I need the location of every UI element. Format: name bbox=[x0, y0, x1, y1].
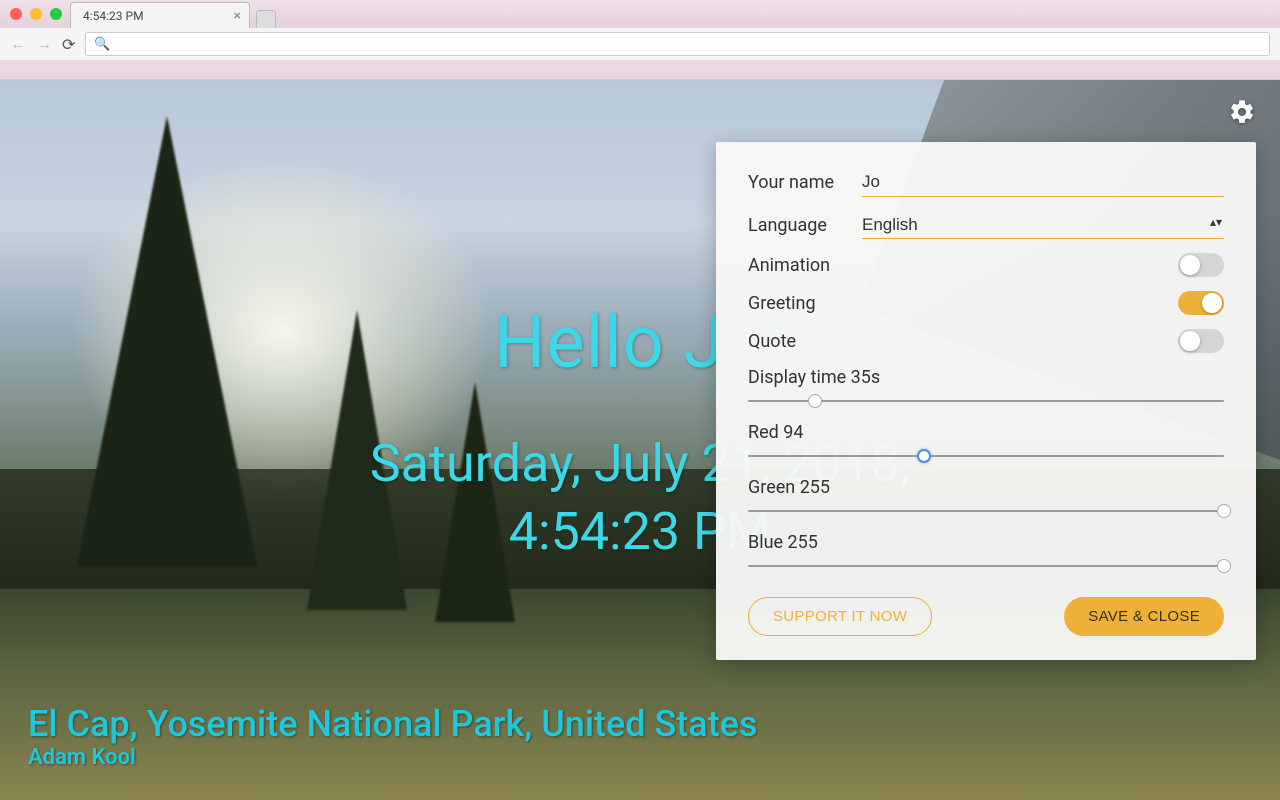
display-time-block: Display time 35s bbox=[748, 367, 1224, 408]
browser-tab[interactable]: 4:54:23 PM × bbox=[70, 2, 250, 28]
toggle-knob bbox=[1180, 331, 1200, 351]
page-content: Hello Jo! Saturday, July 21, 2018, 4:54:… bbox=[0, 80, 1280, 800]
toggle-knob bbox=[1180, 255, 1200, 275]
red-slider[interactable] bbox=[748, 449, 1224, 463]
slider-thumb[interactable] bbox=[1217, 504, 1231, 518]
name-input[interactable] bbox=[862, 168, 1224, 197]
red-label: Red 94 bbox=[748, 422, 1224, 443]
greeting-toggle[interactable] bbox=[1178, 291, 1224, 315]
name-row: Your name bbox=[748, 168, 1224, 197]
toggle-knob bbox=[1202, 293, 1222, 313]
slider-track bbox=[748, 455, 1224, 457]
slider-track bbox=[748, 510, 1224, 512]
search-icon: 🔍 bbox=[94, 37, 110, 52]
support-button[interactable]: SUPPORT IT NOW bbox=[748, 597, 932, 636]
display-time-label: Display time 35s bbox=[748, 367, 1224, 388]
blue-label: Blue 255 bbox=[748, 532, 1224, 553]
photo-location: El Cap, Yosemite National Park, United S… bbox=[28, 703, 758, 745]
animation-label: Animation bbox=[748, 255, 830, 276]
back-button[interactable]: ← bbox=[10, 34, 26, 54]
greeting-row: Greeting bbox=[748, 291, 1224, 315]
name-label: Your name bbox=[748, 172, 862, 193]
quote-toggle[interactable] bbox=[1178, 329, 1224, 353]
settings-gear-button[interactable] bbox=[1228, 98, 1256, 126]
save-close-button[interactable]: SAVE & CLOSE bbox=[1064, 597, 1224, 636]
new-tab-button[interactable] bbox=[256, 10, 276, 28]
gear-icon bbox=[1228, 98, 1256, 126]
slider-track bbox=[748, 565, 1224, 567]
language-row: Language English ▴▾ bbox=[748, 211, 1224, 239]
forward-button[interactable]: → bbox=[36, 34, 52, 54]
button-row: SUPPORT IT NOW SAVE & CLOSE bbox=[748, 597, 1224, 636]
tab-bar: 4:54:23 PM × bbox=[0, 0, 1280, 28]
photo-caption: El Cap, Yosemite National Park, United S… bbox=[28, 703, 758, 770]
quote-row: Quote bbox=[748, 329, 1224, 353]
language-select-wrap: English ▴▾ bbox=[862, 211, 1224, 239]
address-bar[interactable]: 🔍 bbox=[85, 32, 1270, 56]
blue-slider[interactable] bbox=[748, 559, 1224, 573]
slider-thumb[interactable] bbox=[1217, 559, 1231, 573]
photo-author: Adam Kool bbox=[28, 745, 758, 770]
toolbar: ← → ⟳ 🔍 bbox=[0, 28, 1280, 60]
display-time-slider[interactable] bbox=[748, 394, 1224, 408]
language-select[interactable]: English bbox=[862, 211, 1224, 238]
browser-chrome: 4:54:23 PM × ← → ⟳ 🔍 bbox=[0, 0, 1280, 80]
greeting-label: Greeting bbox=[748, 293, 816, 314]
slider-thumb[interactable] bbox=[808, 394, 822, 408]
animation-toggle[interactable] bbox=[1178, 253, 1224, 277]
animation-row: Animation bbox=[748, 253, 1224, 277]
quote-label: Quote bbox=[748, 331, 796, 352]
red-block: Red 94 bbox=[748, 422, 1224, 463]
tab-title: 4:54:23 PM bbox=[83, 9, 144, 23]
slider-thumb[interactable] bbox=[917, 449, 931, 463]
close-tab-icon[interactable]: × bbox=[234, 8, 241, 24]
green-slider[interactable] bbox=[748, 504, 1224, 518]
green-label: Green 255 bbox=[748, 477, 1224, 498]
settings-panel: Your name Language English ▴▾ Animation … bbox=[716, 142, 1256, 660]
blue-block: Blue 255 bbox=[748, 532, 1224, 573]
language-label: Language bbox=[748, 215, 862, 236]
reload-button[interactable]: ⟳ bbox=[62, 35, 75, 54]
green-block: Green 255 bbox=[748, 477, 1224, 518]
